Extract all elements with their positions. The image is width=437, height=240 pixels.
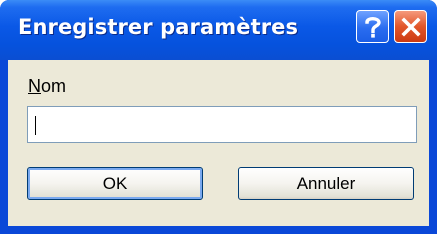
cancel-button-label: Annuler (296, 173, 356, 193)
cancel-button[interactable]: Annuler (238, 167, 414, 200)
close-icon (400, 16, 421, 37)
name-label-accelerator: N (28, 76, 41, 96)
help-icon (364, 16, 381, 38)
name-label: Nom (28, 76, 66, 97)
close-button[interactable] (394, 10, 427, 43)
text-caret (35, 116, 36, 135)
name-label-text: om (41, 76, 67, 96)
dialog-client-area: Nom OK Annuler (8, 60, 429, 226)
name-input[interactable] (27, 106, 417, 143)
dialog-title: Enregistrer paramètres (18, 15, 299, 39)
ok-button-label: OK (102, 173, 128, 193)
title-bar[interactable]: Enregistrer paramètres (0, 0, 437, 60)
save-settings-dialog: Enregistrer paramètres Nom OK Annuler (0, 0, 437, 234)
ok-button[interactable]: OK (27, 167, 203, 200)
help-button[interactable] (356, 10, 389, 43)
window-bottom-border (0, 226, 437, 234)
